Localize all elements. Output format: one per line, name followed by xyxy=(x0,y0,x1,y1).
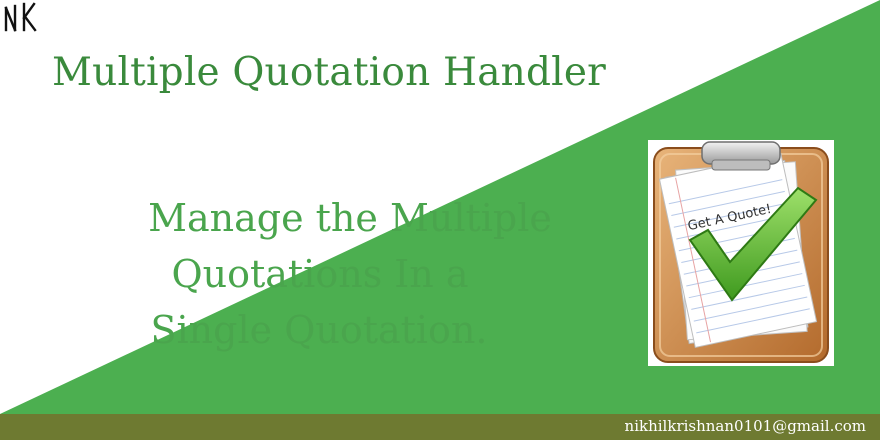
contact-email: nikhilkrishnan0101@gmail.com xyxy=(624,417,866,435)
page-title: Multiple Quotation Handler xyxy=(52,50,606,95)
footer-bar: nikhilkrishnan0101@gmail.com xyxy=(0,414,880,440)
tagline-line-3: Single Quotation. xyxy=(150,308,488,352)
tagline: Manage the Multiple Quotations In a Sing… xyxy=(60,190,640,358)
nk-monogram-icon xyxy=(4,2,37,32)
tagline-line-2: Quotations In a xyxy=(171,252,469,296)
clipboard-checkmark-icon: Get A Quote! xyxy=(648,140,834,366)
tagline-line-1: Manage the Multiple xyxy=(148,196,552,240)
